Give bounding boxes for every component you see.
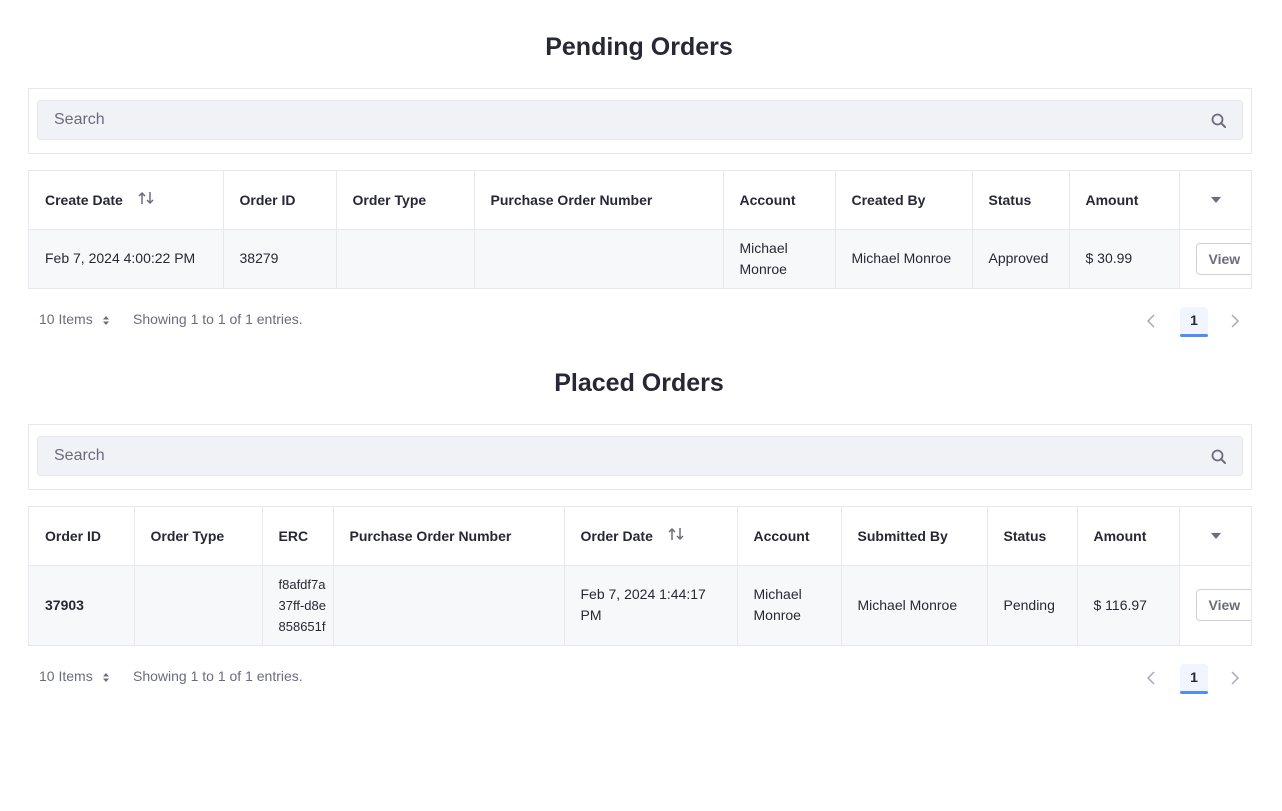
- account-line: Monroe: [753, 607, 801, 624]
- column-header-create-date[interactable]: Create Date: [29, 171, 224, 230]
- caret-down-icon[interactable]: [1196, 196, 1238, 204]
- column-header-erc: ERC: [262, 507, 334, 566]
- pending-orders-table: Create Date Order ID Order Type Purchase…: [28, 170, 1252, 289]
- search-icon[interactable]: [1210, 448, 1228, 466]
- column-header-order-type: Order Type: [336, 171, 475, 230]
- erc-line: 37ff-d8e: [278, 597, 326, 613]
- table-row: 37903 f8afdf7a 37ff-d8e 858651f Feb 7, 2…: [29, 565, 1251, 645]
- chevron-right-icon[interactable]: [1226, 670, 1242, 686]
- cell-order-id: 38279: [223, 229, 337, 288]
- chevron-left-icon[interactable]: [1144, 670, 1160, 686]
- items-per-page-select[interactable]: 10 Items: [39, 311, 109, 328]
- column-header-amount: Amount: [1077, 507, 1180, 566]
- cell-status: Approved: [972, 229, 1070, 288]
- account-line: Michael: [753, 586, 802, 603]
- placed-orders-title: Placed Orders: [554, 369, 724, 397]
- column-header-po-number: Purchase Order Number: [333, 507, 565, 566]
- table-row: Feb 7, 2024 4:00:22 PM 38279 Michael Mon…: [29, 229, 1251, 288]
- column-header-order-id: Order ID: [223, 171, 337, 230]
- column-header-status: Status: [987, 507, 1078, 566]
- order-date-line: PM: [580, 607, 602, 624]
- placed-search-box: [37, 436, 1243, 476]
- pending-search-panel: [28, 88, 1252, 154]
- chevron-left-icon[interactable]: [1144, 313, 1160, 329]
- pending-search-box: [37, 100, 1243, 140]
- cell-order-type: [336, 229, 475, 288]
- column-header-po-number: Purchase Order Number: [474, 171, 724, 230]
- cell-action: View: [1179, 229, 1251, 288]
- placed-orders-table: Order ID Order Type ERC Purchase Order N…: [28, 506, 1252, 646]
- erc-line: 858651f: [278, 618, 326, 634]
- column-header-submitted-by: Submitted By: [841, 507, 988, 566]
- cell-account: Michael Monroe: [723, 229, 836, 288]
- view-button[interactable]: View: [1195, 242, 1251, 275]
- caret-down-icon[interactable]: [1196, 532, 1238, 540]
- cell-status: Pending: [987, 565, 1078, 645]
- order-date-line: Feb 7, 2024 1:44:17: [580, 586, 706, 603]
- cell-submitted-by: Michael Monroe: [841, 565, 988, 645]
- column-options[interactable]: [1179, 507, 1251, 566]
- pagination: 1: [1132, 662, 1252, 694]
- cell-create-date: Feb 7, 2024 4:00:22 PM: [29, 229, 224, 288]
- pending-pagination-bar: 10 Items Showing 1 to 1 of 1 entries. 1: [28, 305, 1252, 337]
- cell-order-type: [134, 565, 263, 645]
- items-per-page-label: 10 Items: [39, 668, 93, 684]
- column-header-amount: Amount: [1069, 171, 1180, 230]
- erc-line: f8afdf7a: [278, 576, 326, 592]
- placed-pagination-bar: 10 Items Showing 1 to 1 of 1 entries. 1: [28, 662, 1252, 694]
- page-number-button[interactable]: 1: [1180, 664, 1208, 694]
- column-header-status: Status: [972, 171, 1070, 230]
- items-per-page-label: 10 Items: [39, 311, 93, 327]
- cell-po-number: [333, 565, 565, 645]
- column-header-order-id: Order ID: [29, 507, 135, 566]
- placed-search-input[interactable]: [38, 437, 1242, 475]
- column-label: Create Date: [45, 191, 123, 208]
- cell-amount: $ 30.99: [1069, 229, 1180, 288]
- column-header-order-type: Order Type: [134, 507, 263, 566]
- cell-created-by: Michael Monroe: [835, 229, 973, 288]
- cell-erc: f8afdf7a 37ff-d8e 858651f: [262, 565, 334, 645]
- search-icon[interactable]: [1210, 112, 1228, 130]
- entries-summary: Showing 1 to 1 of 1 entries.: [133, 668, 303, 684]
- updown-caret-icon: [102, 669, 109, 685]
- pending-search-input[interactable]: [38, 101, 1242, 139]
- entries-summary: Showing 1 to 1 of 1 entries.: [133, 311, 303, 327]
- cell-action: View: [1179, 565, 1251, 645]
- sort-arrows-icon[interactable]: [667, 527, 685, 544]
- chevron-right-icon[interactable]: [1226, 313, 1242, 329]
- cell-order-date: Feb 7, 2024 1:44:17 PM: [564, 565, 738, 645]
- cell-account: Michael Monroe: [737, 565, 842, 645]
- cell-po-number: [474, 229, 724, 288]
- sort-arrows-icon[interactable]: [137, 191, 155, 208]
- account-line: Monroe: [739, 260, 787, 277]
- items-per-page-select[interactable]: 10 Items: [39, 668, 109, 685]
- cell-amount: $ 116.97: [1077, 565, 1180, 645]
- pagination: 1: [1132, 305, 1252, 337]
- column-header-order-date[interactable]: Order Date: [564, 507, 738, 566]
- page-number-button[interactable]: 1: [1180, 307, 1208, 337]
- column-header-created-by: Created By: [835, 171, 973, 230]
- account-line: Michael: [739, 239, 788, 256]
- column-header-account: Account: [737, 507, 842, 566]
- cell-order-id: 37903: [29, 565, 135, 645]
- column-header-account: Account: [723, 171, 836, 230]
- column-options[interactable]: [1179, 171, 1251, 230]
- updown-caret-icon: [102, 312, 109, 328]
- column-label: Order Date: [580, 527, 653, 544]
- pending-orders-title: Pending Orders: [545, 33, 733, 61]
- placed-search-panel: [28, 424, 1252, 490]
- view-button[interactable]: View: [1195, 589, 1251, 622]
